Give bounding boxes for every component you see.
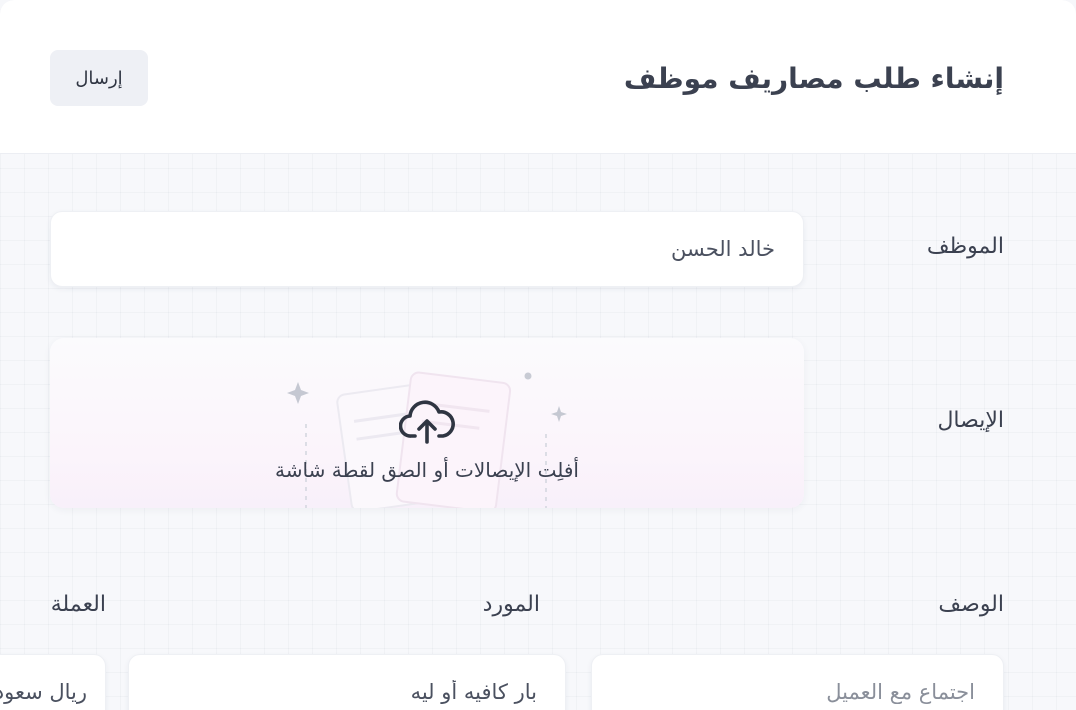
- cloud-upload-icon: [399, 400, 455, 444]
- receipt-label: الإيصال: [937, 408, 1004, 433]
- vendor-label: المورد: [482, 592, 540, 617]
- description-label: الوصف: [938, 592, 1004, 617]
- page-title: إنشاء طلب مصاريف موظف: [623, 62, 1004, 95]
- vendor-field[interactable]: [128, 654, 566, 710]
- employee-field[interactable]: [50, 211, 804, 287]
- description-field[interactable]: [591, 654, 1004, 710]
- currency-field[interactable]: [0, 654, 106, 710]
- submit-button[interactable]: إرسال: [50, 50, 148, 106]
- employee-label: الموظف: [926, 234, 1004, 259]
- expense-form-page: إنشاء طلب مصاريف موظف إرسال الموظف الإيص…: [0, 0, 1076, 710]
- page-header: إنشاء طلب مصاريف موظف إرسال: [0, 0, 1076, 154]
- dropzone-text: أفلِت الإيصالات أو الصق لقطة شاشة: [275, 458, 579, 482]
- currency-label: العملة: [50, 592, 106, 617]
- receipt-dropzone[interactable]: أفلِت الإيصالات أو الصق لقطة شاشة: [50, 338, 804, 508]
